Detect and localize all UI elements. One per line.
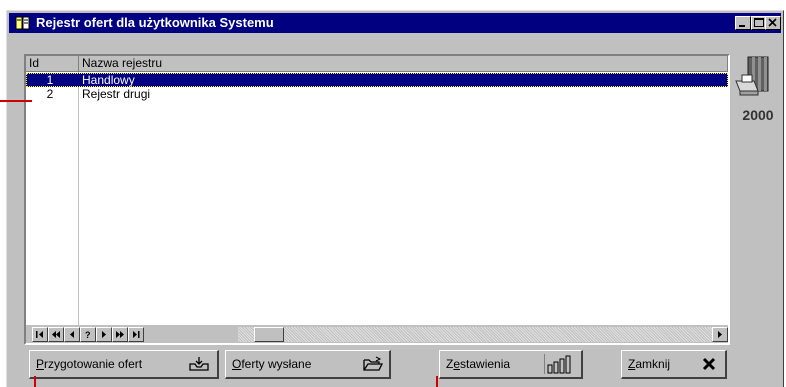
books-and-disk-icon [735,56,769,96]
column-header-name[interactable]: Nazwa rejestru [79,56,728,71]
column-header-id[interactable]: Id [26,56,79,71]
first-record-icon [36,331,43,338]
window-title: Rejestr ofert dla użytkownika Systemu [36,15,274,30]
rewind-icon [52,331,60,338]
scroll-right-icon [718,331,722,338]
cell-name: Handlowy [82,73,135,87]
grid-header: Id Nazwa rejestru [26,56,728,72]
horizontal-scroll-thumb[interactable] [254,327,284,342]
cell-name: Rejestr drugi [82,87,151,101]
next-record-button[interactable] [96,327,112,342]
inbox-tray-icon [189,357,209,371]
minimize-button[interactable] [735,16,751,30]
table-row[interactable]: 1 Handlowy [26,73,728,87]
app-icon [15,16,30,30]
version-label: 2000 [742,107,774,123]
next-page-button[interactable] [112,327,128,342]
close-window-button[interactable]: Zamknij [621,350,727,379]
scroll-right-button[interactable] [712,327,728,342]
column-divider [78,72,79,325]
arrow-right-icon [102,331,106,338]
horizontal-scroll-track[interactable] [238,327,714,342]
bar-chart-icon [544,354,571,374]
annotation-line [436,376,438,387]
prepare-offers-label: Przygotowanie ofert [36,357,143,371]
annotation-line [34,376,36,387]
first-record-button[interactable] [32,327,48,342]
cell-id: 2 [46,87,54,101]
main-window: Rejestr ofert dla użytkownika Systemu Id… [6,10,784,387]
reports-label: Zestawienia [446,357,511,371]
sent-offers-label: Oferty wysłane [232,357,312,371]
prior-page-button[interactable] [48,327,64,342]
close-icon [768,18,777,27]
svg-text:?: ? [85,330,91,340]
table-row[interactable]: 2 Rejestr drugi [26,87,728,101]
arrow-left-icon [70,331,74,338]
close-button[interactable] [765,16,781,30]
last-record-icon [133,331,140,338]
prior-record-button[interactable] [64,327,80,342]
last-record-button[interactable] [128,327,144,342]
sent-offers-button[interactable]: Oferty wysłane [225,350,391,379]
annotation-line [0,100,32,102]
close-window-label: Zamknij [628,357,671,371]
minimize-icon [739,25,745,27]
open-folder-icon [363,356,384,371]
maximize-icon [754,18,764,27]
question-icon: ? [85,330,91,340]
reports-button[interactable]: Zestawienia [439,350,583,379]
cell-id: 1 [46,73,54,87]
record-navigator: ? [26,325,728,343]
fast-forward-icon [116,331,124,338]
registry-grid[interactable]: Id Nazwa rejestru 1 Handlowy 2 Rejestr d… [24,54,730,345]
title-bar[interactable]: Rejestr ofert dla użytkownika Systemu [9,13,781,33]
goto-record-button[interactable]: ? [80,327,96,342]
close-x-icon [702,357,716,371]
prepare-offers-button[interactable]: Przygotowanie ofert [29,350,219,379]
